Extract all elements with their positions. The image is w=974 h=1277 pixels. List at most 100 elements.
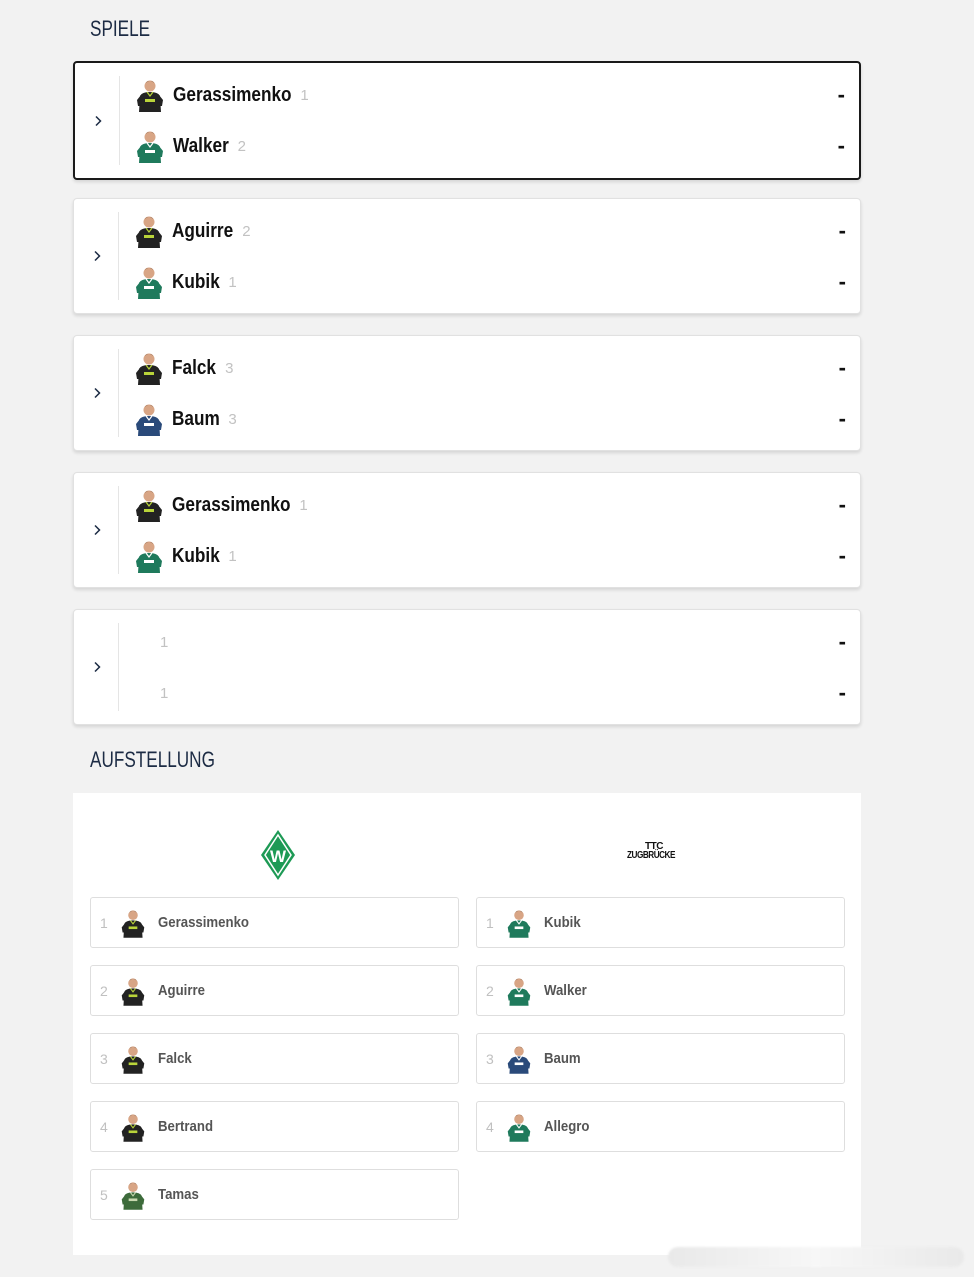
chevron-right-icon[interactable]: [90, 249, 104, 263]
lineup-player-card[interactable]: 3 Falck: [90, 1033, 459, 1084]
match-away-row: Kubik 1 -: [134, 262, 846, 302]
player-rank: 3: [228, 410, 237, 428]
match-home-row: Aguirre 2 -: [134, 211, 846, 251]
lineup-player-card[interactable]: 1 Gerassimenko: [90, 897, 459, 948]
match-score: -: [838, 492, 846, 517]
player-rank: 3: [225, 359, 234, 377]
lineup-number: 4: [486, 1118, 494, 1135]
match-list: Gerassimenko 1 - Walker 2 - Aguirre 2 - …: [73, 61, 861, 746]
player-rank: 1: [228, 547, 237, 565]
lineup-number: 4: [100, 1118, 108, 1135]
match-score: -: [838, 406, 846, 431]
lineup-player-name: Gerassimenko: [158, 914, 249, 931]
chevron-right-icon[interactable]: [90, 660, 104, 674]
lineup-player-name: Bertrand: [158, 1118, 214, 1135]
player-name: Gerassimenko: [173, 83, 292, 106]
match-home-row: Gerassimenko 1 -: [134, 485, 846, 525]
player-avatar: [134, 265, 164, 299]
chevron-right-icon[interactable]: [91, 114, 105, 128]
spiele-heading: SPIELE: [90, 16, 151, 41]
divider: [118, 486, 119, 574]
svg-text:W: W: [270, 847, 287, 866]
player-avatar: [135, 129, 165, 163]
lineup-player-card[interactable]: 3 Baum: [476, 1033, 845, 1084]
lineup-player-card[interactable]: 5 Tamas: [90, 1169, 459, 1220]
lineup-player-name: Walker: [544, 982, 587, 999]
match-card[interactable]: Aguirre 2 - Kubik 1 -: [73, 198, 861, 314]
player-avatar: [120, 1043, 146, 1075]
player-avatar: [120, 1179, 146, 1211]
lineup-number: 1: [100, 914, 108, 931]
match-score: -: [838, 218, 846, 243]
player-rank: 2: [237, 137, 246, 155]
player-name: Gerassimenko: [172, 493, 291, 516]
away-lineup: 1 Kubik 2 Walker 3 Baum 4 Allegro: [476, 897, 845, 1169]
match-home-row: 1 -: [134, 622, 846, 662]
player-name: Aguirre: [172, 219, 234, 242]
player-name: Kubik: [172, 544, 220, 567]
blurred-footer-text: [668, 1247, 964, 1267]
player-rank: 1: [228, 273, 237, 291]
match-score: -: [837, 82, 845, 107]
player-rank: 1: [299, 496, 308, 514]
lineup-number: 1: [486, 914, 494, 931]
match-card[interactable]: Gerassimenko 1 - Walker 2 -: [73, 61, 861, 180]
match-card[interactable]: Falck 3 - Baum 3 -: [73, 335, 861, 451]
player-avatar: [506, 975, 532, 1007]
lineup-number: 5: [100, 1186, 108, 1203]
match-away-row: Walker 2 -: [135, 126, 845, 166]
player-avatar: [506, 1111, 532, 1143]
match-home-row: Falck 3 -: [134, 348, 846, 388]
lineup-player-card[interactable]: 1 Kubik: [476, 897, 845, 948]
werder-bremen-logo-icon: W: [260, 829, 296, 886]
chevron-right-icon[interactable]: [90, 386, 104, 400]
player-avatar: [134, 488, 164, 522]
player-rank: 2: [242, 222, 251, 240]
player-avatar: [134, 539, 164, 573]
home-lineup: 1 Gerassimenko 2 Aguirre 3 Falck 4 Bertr…: [90, 897, 459, 1237]
lineup-player-card[interactable]: 2 Walker: [476, 965, 845, 1016]
player-rank: 1: [300, 86, 309, 104]
ttc-zugbruecke-logo-icon: TTC ZUGBRÜCKE: [627, 841, 675, 861]
match-card[interactable]: 1 - 1 -: [73, 609, 861, 725]
divider: [119, 76, 120, 165]
divider: [118, 623, 119, 711]
lineup-number: 2: [100, 982, 108, 999]
aufstellung-heading: AUFSTELLUNG: [90, 747, 215, 772]
player-avatar: [134, 351, 164, 385]
divider: [118, 349, 119, 437]
player-avatar: [120, 1111, 146, 1143]
match-score: -: [838, 680, 846, 705]
player-avatar: [120, 907, 146, 939]
lineup-player-name: Kubik: [544, 914, 581, 931]
lineup-player-name: Falck: [158, 1050, 192, 1067]
player-rank: 1: [160, 684, 169, 702]
match-away-row: Kubik 1 -: [134, 536, 846, 576]
player-rank: 1: [160, 633, 169, 651]
lineup-player-name: Tamas: [158, 1186, 199, 1203]
match-score: -: [838, 355, 846, 380]
match-score: -: [838, 543, 846, 568]
player-name: Walker: [173, 134, 229, 157]
divider: [118, 212, 119, 300]
player-name: Baum: [172, 407, 220, 430]
match-card[interactable]: Gerassimenko 1 - Kubik 1 -: [73, 472, 861, 588]
lineup-panel: W TTC ZUGBRÜCKE 1 Gerassimenko 2 Aguirre…: [73, 793, 861, 1255]
lineup-number: 2: [486, 982, 494, 999]
player-avatar: [134, 402, 164, 436]
lineup-player-card[interactable]: 2 Aguirre: [90, 965, 459, 1016]
lineup-player-name: Allegro: [544, 1118, 590, 1135]
lineup-player-card[interactable]: 4 Bertrand: [90, 1101, 459, 1152]
lineup-player-name: Aguirre: [158, 982, 205, 999]
chevron-right-icon[interactable]: [90, 523, 104, 537]
match-score: -: [838, 269, 846, 294]
lineup-number: 3: [100, 1050, 108, 1067]
match-home-row: Gerassimenko 1 -: [135, 75, 845, 115]
player-avatar: [135, 78, 165, 112]
lineup-number: 3: [486, 1050, 494, 1067]
match-score: -: [837, 133, 845, 158]
player-avatar: [506, 1043, 532, 1075]
match-away-row: 1 -: [134, 673, 846, 713]
lineup-player-card[interactable]: 4 Allegro: [476, 1101, 845, 1152]
player-avatar: [134, 214, 164, 248]
